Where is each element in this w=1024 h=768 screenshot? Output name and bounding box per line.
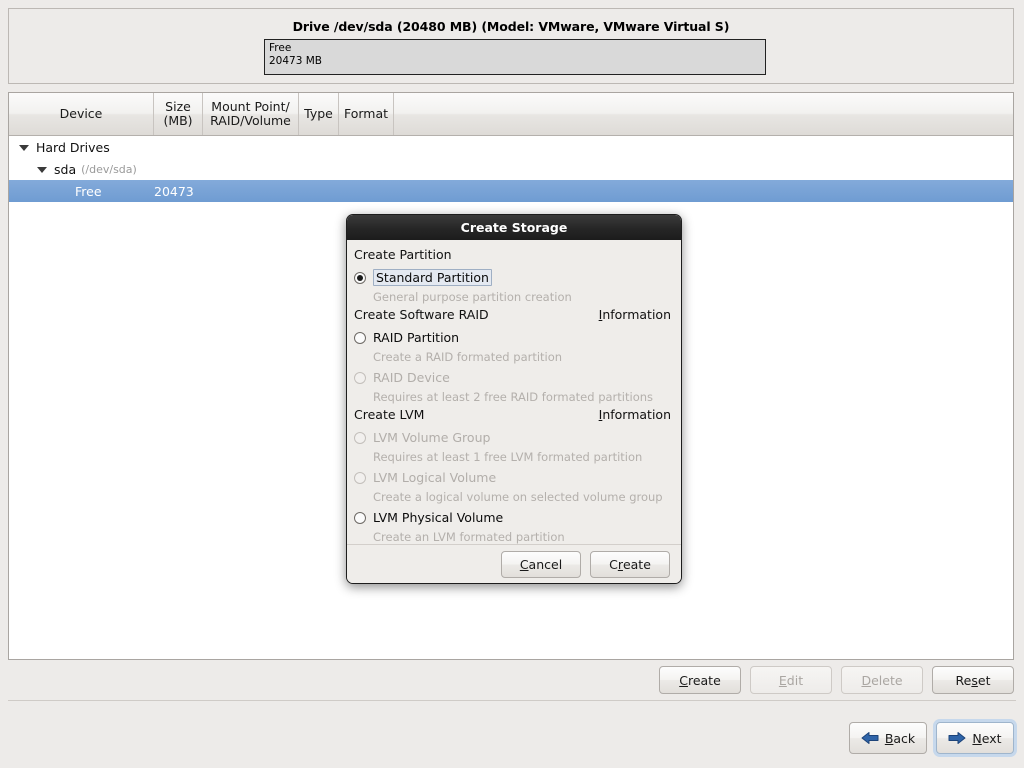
radio-standard-partition[interactable] xyxy=(354,271,366,284)
table-row[interactable]: Hard Drives xyxy=(9,136,1013,158)
radio-raid-partition[interactable] xyxy=(354,331,366,344)
section-title: Create Software RAID xyxy=(354,307,489,322)
raid-information-link[interactable]: Information xyxy=(599,307,671,322)
table-row[interactable]: Free 20473 xyxy=(9,180,1013,202)
drive-title: Drive /dev/sda (20480 MB) (Model: VMware… xyxy=(292,19,730,34)
dialog-footer: Cancel Cr eate xyxy=(347,544,681,583)
reset-button[interactable]: Re s et xyxy=(932,666,1014,694)
column-header-size-line1: Size xyxy=(165,99,191,114)
option-lvm-logical-volume[interactable]: LVM Logical Volume xyxy=(347,467,681,488)
drive-bar-label: Free xyxy=(269,42,292,54)
edit-button[interactable]: Edit xyxy=(750,666,832,694)
option-label: LVM Volume Group xyxy=(373,430,491,445)
lvm-information-mnemonic: I xyxy=(598,407,603,422)
option-standard-partition[interactable]: Standard Partition xyxy=(347,267,681,288)
reset-button-suffix: et xyxy=(977,672,991,688)
edit-button-label: dit xyxy=(786,672,804,688)
option-label: Standard Partition xyxy=(373,269,492,286)
row-device-cell: sda (/dev/sda) xyxy=(9,162,154,177)
dialog-cancel-button[interactable]: Cancel xyxy=(501,550,581,578)
delete-button[interactable]: Delete xyxy=(841,666,923,694)
wizard-nav-bar: Back Next xyxy=(849,722,1014,754)
dialog-body: Create Partition Standard Partition Gene… xyxy=(347,240,681,545)
row-label: Hard Drives xyxy=(36,139,110,155)
option-label: RAID Partition xyxy=(373,330,460,345)
dialog-create-button[interactable]: Cr eate xyxy=(590,550,670,578)
delete-button-mnemonic: D xyxy=(861,672,872,688)
drive-bar-size: 20473 MB xyxy=(269,55,323,67)
next-button-text: Next xyxy=(972,730,1002,746)
create-button-suffix: eate xyxy=(622,556,651,572)
option-description: Create a RAID formated partition xyxy=(373,350,563,364)
column-header-mount-line1: Mount Point/ xyxy=(211,99,290,114)
next-button[interactable]: Next xyxy=(936,722,1014,754)
column-header-type-label: Type xyxy=(304,106,333,121)
back-button-text: Back xyxy=(884,730,916,746)
cancel-button-label: ancel xyxy=(528,556,563,572)
option-label: LVM Physical Volume xyxy=(373,510,504,525)
dialog-title: Create Storage xyxy=(347,215,681,240)
option-description: Requires at least 2 free RAID formated p… xyxy=(373,390,654,404)
device-list-header: Device Size (MB) Mount Point/ RAID/Volum… xyxy=(9,93,1013,136)
option-label: RAID Device xyxy=(373,370,450,385)
radio-lvm-logical-volume[interactable] xyxy=(354,471,366,484)
section-title: Create Partition xyxy=(354,247,452,262)
create-button-mnemonic: C xyxy=(679,672,688,688)
create-button-label: reate xyxy=(687,672,721,688)
column-header-device-label: Device xyxy=(59,106,103,121)
option-description: Requires at least 1 free LVM formated pa… xyxy=(373,450,643,464)
lvm-information-link[interactable]: Information xyxy=(599,407,671,422)
column-header-format-label: Format xyxy=(343,106,389,121)
footer-divider xyxy=(8,700,1016,701)
reset-button-prefix: Re xyxy=(955,672,972,688)
option-raid-partition[interactable]: RAID Partition xyxy=(347,327,681,348)
option-description: Create a logical volume on selected volu… xyxy=(373,490,663,504)
column-header-type[interactable]: Type xyxy=(299,93,339,135)
back-button-mnemonic: B xyxy=(884,730,894,746)
next-button-mnemonic: N xyxy=(972,730,982,746)
row-label: sda xyxy=(54,161,77,177)
drive-free-space-bar[interactable]: Free 20473 MB xyxy=(264,39,766,75)
device-list-rows: Hard Drives sda (/dev/sda) Free 20473 xyxy=(9,136,1013,202)
section-title: Create LVM xyxy=(354,407,425,422)
column-header-mount-point[interactable]: Mount Point/ RAID/Volume xyxy=(203,93,299,135)
drive-summary-panel: Drive /dev/sda (20480 MB) (Model: VMware… xyxy=(8,8,1014,84)
row-device-cell: Hard Drives xyxy=(9,140,154,155)
delete-button-label: elete xyxy=(871,672,903,688)
radio-lvm-volume-group[interactable] xyxy=(354,431,366,444)
column-header-filler xyxy=(394,93,1013,135)
option-lvm-volume-group[interactable]: LVM Volume Group xyxy=(347,427,681,448)
row-device-path: (/dev/sda) xyxy=(81,162,137,176)
edit-button-mnemonic: E xyxy=(778,672,787,688)
back-button[interactable]: Back xyxy=(849,722,927,754)
section-header-create-software-raid: Create Software RAID Information xyxy=(347,307,681,327)
column-header-device[interactable]: Device xyxy=(9,93,154,135)
create-storage-dialog: Create Storage Create Partition Standard… xyxy=(346,214,682,584)
radio-raid-device[interactable] xyxy=(354,371,366,384)
section-header-create-partition: Create Partition xyxy=(347,247,681,267)
expander-triangle-icon[interactable] xyxy=(37,164,48,175)
option-label: LVM Logical Volume xyxy=(373,470,497,485)
column-header-size[interactable]: Size (MB) xyxy=(154,93,203,135)
cancel-button-mnemonic: C xyxy=(519,556,529,572)
option-lvm-physical-volume[interactable]: LVM Physical Volume xyxy=(347,507,681,528)
option-raid-device[interactable]: RAID Device xyxy=(347,367,681,388)
column-header-mount-line2: RAID/Volume xyxy=(210,113,291,128)
arrow-right-icon xyxy=(948,732,966,744)
row-device-cell: Free xyxy=(9,184,154,199)
create-button-prefix: C xyxy=(609,556,618,572)
column-header-size-line2: (MB) xyxy=(163,113,193,128)
partition-action-bar: Create Edit Delete Re s et xyxy=(659,666,1014,694)
section-header-create-lvm: Create LVM Information xyxy=(347,407,681,427)
column-header-format[interactable]: Format xyxy=(339,93,394,135)
table-row[interactable]: sda (/dev/sda) xyxy=(9,158,1013,180)
radio-lvm-physical-volume[interactable] xyxy=(354,511,366,524)
expander-triangle-icon[interactable] xyxy=(19,142,30,153)
row-label: Free xyxy=(75,183,102,199)
row-size-cell: 20473 xyxy=(154,183,194,199)
raid-information-mnemonic: I xyxy=(598,307,603,322)
option-description: General purpose partition creation xyxy=(373,290,572,304)
arrow-left-icon xyxy=(861,732,879,744)
create-button[interactable]: Create xyxy=(659,666,741,694)
